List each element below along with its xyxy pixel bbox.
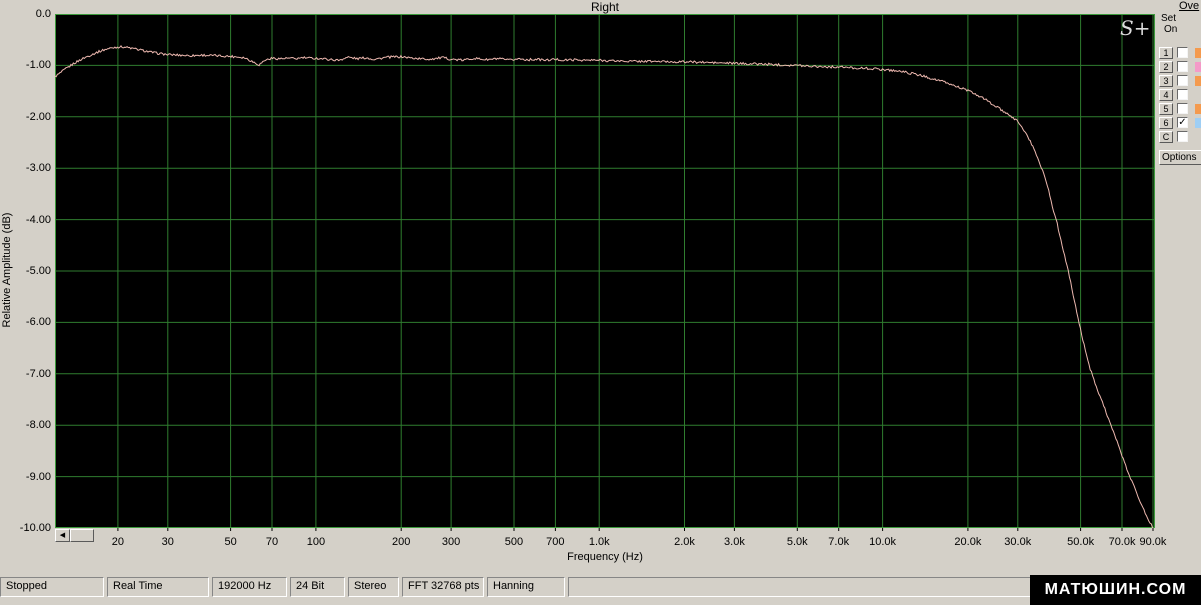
y-tick-label: -7.00	[0, 368, 51, 380]
spectrum-chart	[55, 14, 1155, 532]
status-bar: StoppedReal Time192000 Hz24 BitStereoFFT…	[0, 577, 1201, 597]
overlay-color-chip-6	[1195, 118, 1201, 128]
overlay-row: 4	[1158, 88, 1201, 102]
x-tick-label: 10.0k	[869, 536, 896, 548]
x-tick-label: 20	[112, 536, 124, 548]
x-tick-label: 50.0k	[1067, 536, 1094, 548]
x-tick-label: 300	[442, 536, 460, 548]
status-field: Stopped	[0, 577, 104, 597]
overlay-on-checkbox-3[interactable]	[1177, 75, 1188, 86]
y-tick-label: -4.00	[0, 214, 51, 226]
y-tick-label: -6.00	[0, 316, 51, 328]
scrollbar-thumb[interactable]	[70, 529, 94, 542]
x-tick-label: 2.0k	[674, 536, 695, 548]
status-field: Real Time	[107, 577, 209, 597]
watermark: МАТЮШИН.СОМ	[1030, 575, 1201, 605]
plot-title: Right	[55, 0, 1155, 14]
overlay-set-button-5[interactable]: 5	[1159, 103, 1173, 115]
overlay-set-button-6[interactable]: 6	[1159, 117, 1173, 129]
x-tick-label: 200	[392, 536, 410, 548]
x-tick-label: 100	[307, 536, 325, 548]
overlay-row: 5	[1158, 102, 1201, 116]
overlay-color-chip-4	[1195, 90, 1201, 100]
y-tick-label: -8.00	[0, 419, 51, 431]
status-field: Stereo	[348, 577, 399, 597]
overlay-on-checkbox-1[interactable]	[1177, 47, 1188, 58]
x-tick-label: 500	[505, 536, 523, 548]
x-tick-label: 30	[162, 536, 174, 548]
overlay-row: C	[1158, 130, 1201, 144]
plot-scrollbar[interactable]: ◀	[55, 529, 99, 542]
overlay-color-chip-2	[1195, 62, 1201, 72]
status-field: 192000 Hz	[212, 577, 287, 597]
x-tick-label: 20.0k	[954, 536, 981, 548]
x-tick-label: 1.0k	[589, 536, 610, 548]
scroll-left-button[interactable]: ◀	[55, 529, 70, 542]
x-tick-label: 30.0k	[1004, 536, 1031, 548]
overlay-col-on-label: On	[1164, 24, 1177, 35]
overlay-panel: Ove Set On 123456✓C Options	[1158, 0, 1201, 570]
x-tick-label: 50	[224, 536, 236, 548]
overlay-on-checkbox-6[interactable]: ✓	[1177, 117, 1188, 128]
overlay-row: 1	[1158, 46, 1201, 60]
y-tick-label: -2.00	[0, 111, 51, 123]
overlay-set-button-C[interactable]: C	[1159, 131, 1173, 143]
overlay-set-button-4[interactable]: 4	[1159, 89, 1173, 101]
overlay-on-checkbox-5[interactable]	[1177, 103, 1188, 114]
overlay-color-chip-3	[1195, 76, 1201, 86]
y-tick-label: -3.00	[0, 162, 51, 174]
overlay-on-checkbox-2[interactable]	[1177, 61, 1188, 72]
y-tick-label: -9.00	[0, 471, 51, 483]
overlay-row: 6✓	[1158, 116, 1201, 130]
overlay-on-checkbox-C[interactable]	[1177, 131, 1188, 142]
spectraplus-logo: S+	[1120, 16, 1150, 40]
status-field: FFT 32768 pts	[402, 577, 484, 597]
x-tick-label: 70.0k	[1109, 536, 1136, 548]
x-axis-title: Frequency (Hz)	[55, 551, 1155, 563]
x-tick-label: 70	[266, 536, 278, 548]
overlay-row: 3	[1158, 74, 1201, 88]
overlay-row: 2	[1158, 60, 1201, 74]
overlay-color-chip-5	[1195, 104, 1201, 114]
status-field: 24 Bit	[290, 577, 345, 597]
x-tick-label: 7.0k	[828, 536, 849, 548]
overlay-color-chip-1	[1195, 48, 1201, 58]
y-tick-label: -5.00	[0, 265, 51, 277]
options-button[interactable]: Options	[1159, 150, 1201, 165]
overlay-set-button-1[interactable]: 1	[1159, 47, 1173, 59]
x-tick-label: 3.0k	[724, 536, 745, 548]
overlay-col-set-label: Set	[1161, 13, 1176, 24]
spectrum-analyzer-window: Right Relative Amplitude (dB) 0.0-1.00-2…	[0, 0, 1201, 605]
y-tick-label: -10.00	[0, 522, 51, 534]
y-tick-label: -1.00	[0, 59, 51, 71]
x-tick-label: 5.0k	[787, 536, 808, 548]
x-tick-label: 700	[546, 536, 564, 548]
status-field: Hanning	[487, 577, 565, 597]
overlay-set-button-2[interactable]: 2	[1159, 61, 1173, 73]
y-tick-label: 0.0	[0, 8, 51, 20]
overlay-set-button-3[interactable]: 3	[1159, 75, 1173, 87]
overlay-color-chip-C	[1195, 132, 1201, 142]
overlay-on-checkbox-4[interactable]	[1177, 89, 1188, 100]
overlays-link[interactable]: Ove	[1179, 0, 1199, 12]
